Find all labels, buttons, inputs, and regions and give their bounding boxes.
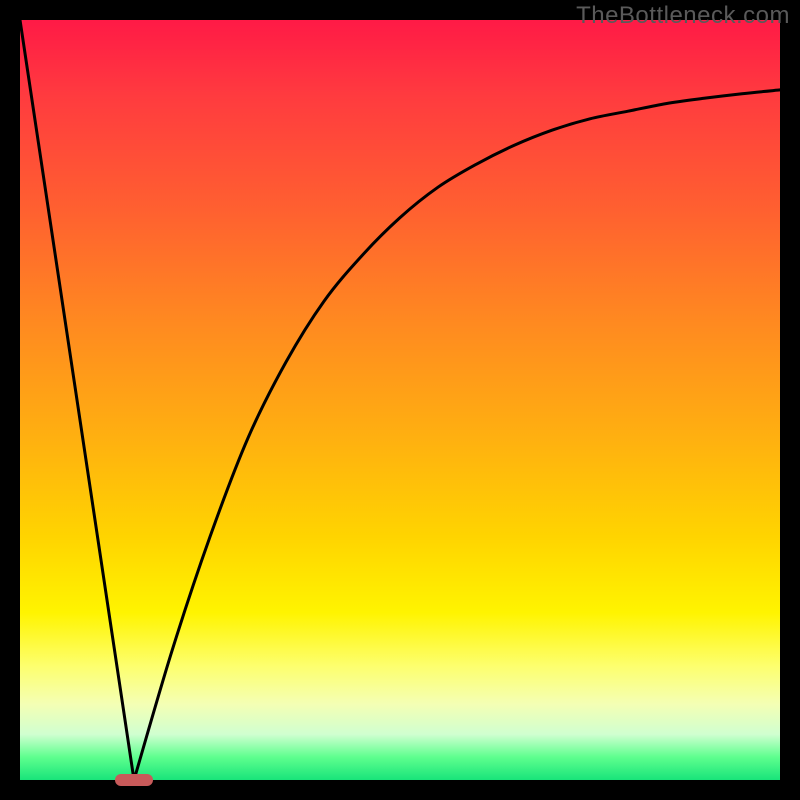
chart-frame: TheBottleneck.com: [0, 0, 800, 800]
valley-marker: [115, 774, 153, 785]
curve-layer: [20, 20, 780, 780]
watermark-text: TheBottleneck.com: [576, 2, 790, 30]
left-branch-line: [20, 20, 134, 780]
plot-area: [20, 20, 780, 780]
right-branch-line: [134, 90, 780, 780]
